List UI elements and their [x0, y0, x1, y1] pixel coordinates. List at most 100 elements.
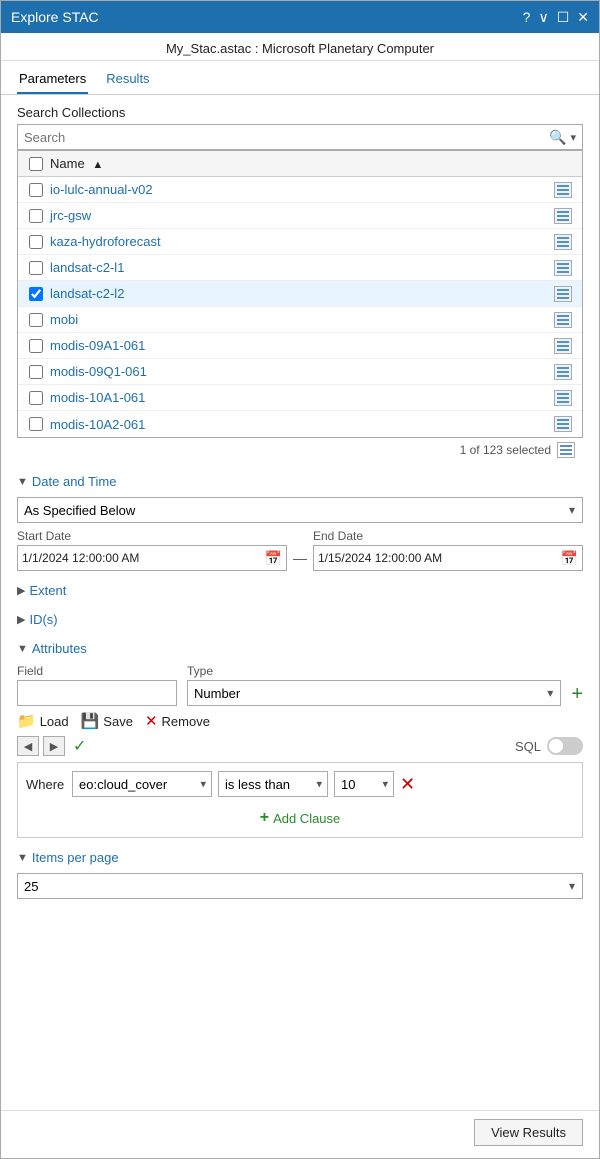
view-results-button[interactable]: View Results	[474, 1119, 583, 1146]
main-content: Search Collections 🔍 ▾ Name ▲	[1, 95, 599, 1110]
row-name-1[interactable]: jrc-gsw	[50, 208, 548, 223]
row-checkbox-4[interactable]	[29, 287, 43, 301]
where-operator-select[interactable]: is less than is greater than equals is b…	[218, 771, 328, 797]
date-mode-select[interactable]: As Specified Below All Dates Custom	[17, 497, 583, 523]
load-button[interactable]: 📁 Load	[17, 712, 69, 730]
row-name-5[interactable]: mobi	[50, 312, 548, 327]
date-mode-dropdown-wrapper: As Specified Below All Dates Custom	[17, 497, 583, 523]
where-clause-box: Where eo:cloud_cover is less than is gre…	[17, 762, 583, 838]
search-input[interactable]	[24, 130, 549, 145]
where-field-wrapper: eo:cloud_cover	[72, 771, 212, 797]
attributes-header[interactable]: ▼ Attributes	[17, 639, 583, 658]
row-checkbox-3[interactable]	[29, 261, 43, 275]
remove-clause-button[interactable]: ✕	[400, 775, 415, 793]
search-collections-label: Search Collections	[17, 105, 583, 120]
row-checkbox-7[interactable]	[29, 365, 43, 379]
row-name-3[interactable]: landsat-c2-l1	[50, 260, 548, 275]
save-icon: 💾	[81, 712, 100, 730]
add-attribute-button[interactable]: +	[571, 684, 583, 704]
ids-section: ▶ ID(s)	[17, 610, 583, 629]
collection-table: Name ▲ io-lulc-annual-v02	[17, 150, 583, 438]
nav-next-button[interactable]: ▶	[43, 736, 65, 756]
attributes-content: Field Type Number String Date	[17, 658, 583, 838]
where-op-wrapper: is less than is greater than equals is b…	[218, 771, 328, 797]
save-label: Save	[103, 714, 133, 729]
attribute-field-input[interactable]	[17, 680, 177, 706]
start-date-label: Start Date	[17, 529, 287, 543]
ids-label: ID(s)	[29, 612, 57, 627]
row-checkbox-8[interactable]	[29, 391, 43, 405]
date-time-header[interactable]: ▼ Date and Time	[17, 472, 583, 491]
attributes-section: ▼ Attributes Field Type Number	[17, 639, 583, 838]
add-clause-label: Add Clause	[273, 811, 340, 826]
type-label: Type	[187, 664, 561, 678]
sql-toggle-switch[interactable]	[547, 737, 583, 755]
attribute-type-select[interactable]: Number String Date	[187, 680, 561, 706]
extent-header[interactable]: ▶ Extent	[17, 581, 583, 600]
row-name-4[interactable]: landsat-c2-l2	[50, 286, 548, 301]
row-checkbox-2[interactable]	[29, 235, 43, 249]
ids-caret-icon: ▶	[17, 613, 25, 626]
items-per-page-header[interactable]: ▼ Items per page	[17, 848, 583, 867]
row-name-0[interactable]: io-lulc-annual-v02	[50, 182, 548, 197]
extent-section: ▶ Extent	[17, 581, 583, 600]
restore-icon[interactable]: ☐	[557, 9, 570, 26]
nav-prev-button[interactable]: ◀	[17, 736, 39, 756]
row-name-2[interactable]: kaza-hydroforecast	[50, 234, 548, 249]
ids-header[interactable]: ▶ ID(s)	[17, 610, 583, 629]
date-time-label: Date and Time	[32, 474, 117, 489]
row-name-6[interactable]: modis-09A1-061	[50, 338, 548, 353]
validate-button[interactable]: ✓	[73, 736, 86, 756]
where-field-select[interactable]: eo:cloud_cover	[72, 771, 212, 797]
add-clause-row[interactable]: + Add Clause	[26, 805, 574, 829]
table-icon-8	[554, 390, 572, 406]
row-name-9[interactable]: modis-10A2-061	[50, 417, 548, 432]
start-date-calendar-icon[interactable]: 📅	[265, 550, 282, 567]
collection-details-icon[interactable]	[557, 442, 575, 458]
row-checkbox-9[interactable]	[29, 417, 43, 431]
type-select-wrapper: Number String Date	[187, 680, 561, 706]
remove-icon: ✕	[145, 712, 158, 730]
help-icon[interactable]: ?	[523, 9, 531, 25]
table-icon-0	[554, 182, 572, 198]
row-name-7[interactable]: modis-09Q1-061	[50, 364, 548, 379]
end-date-input[interactable]	[318, 551, 561, 565]
start-date-group: Start Date 📅	[17, 529, 287, 571]
table-row: modis-09A1-061	[18, 333, 582, 359]
end-date-group: End Date 📅	[313, 529, 583, 571]
table-row: landsat-c2-l2	[18, 281, 582, 307]
items-per-page-select[interactable]: 25 50 100 200	[17, 873, 583, 899]
save-button[interactable]: 💾 Save	[81, 712, 133, 730]
row-name-8[interactable]: modis-10A1-061	[50, 390, 548, 405]
table-icon-1	[554, 208, 572, 224]
row-checkbox-1[interactable]	[29, 209, 43, 223]
close-icon[interactable]: ✕	[577, 9, 589, 26]
chevron-down-icon[interactable]: ▾	[570, 131, 576, 144]
row-checkbox-5[interactable]	[29, 313, 43, 327]
where-value-wrapper: 10	[334, 771, 394, 797]
date-range-row: Start Date 📅 — End Date 📅	[17, 529, 583, 571]
select-all-checkbox[interactable]	[29, 157, 43, 171]
row-checkbox-6[interactable]	[29, 339, 43, 353]
search-box: 🔍 ▾	[17, 124, 583, 150]
remove-label: Remove	[162, 714, 210, 729]
row-checkbox-0[interactable]	[29, 183, 43, 197]
table-footer: 1 of 123 selected	[17, 438, 583, 462]
collapse-icon[interactable]: ∨	[538, 9, 548, 26]
extent-caret-icon: ▶	[17, 584, 25, 597]
end-date-calendar-icon[interactable]: 📅	[561, 550, 578, 567]
table-row: jrc-gsw	[18, 203, 582, 229]
end-date-label: End Date	[313, 529, 583, 543]
table-row: modis-10A1-061	[18, 385, 582, 411]
tab-results[interactable]: Results	[104, 67, 151, 94]
where-value-select[interactable]: 10	[334, 771, 394, 797]
remove-button[interactable]: ✕ Remove	[145, 712, 210, 730]
collapse-caret-icon: ▼	[17, 476, 28, 488]
table-header-row: Name ▲	[18, 151, 582, 177]
table-icon-3	[554, 260, 572, 276]
where-clause-row: Where eo:cloud_cover is less than is gre…	[26, 771, 574, 797]
tab-parameters[interactable]: Parameters	[17, 67, 88, 94]
start-date-input[interactable]	[22, 551, 265, 565]
sql-toggle-group: SQL	[515, 737, 583, 755]
name-column-header[interactable]: Name ▲	[50, 156, 548, 171]
